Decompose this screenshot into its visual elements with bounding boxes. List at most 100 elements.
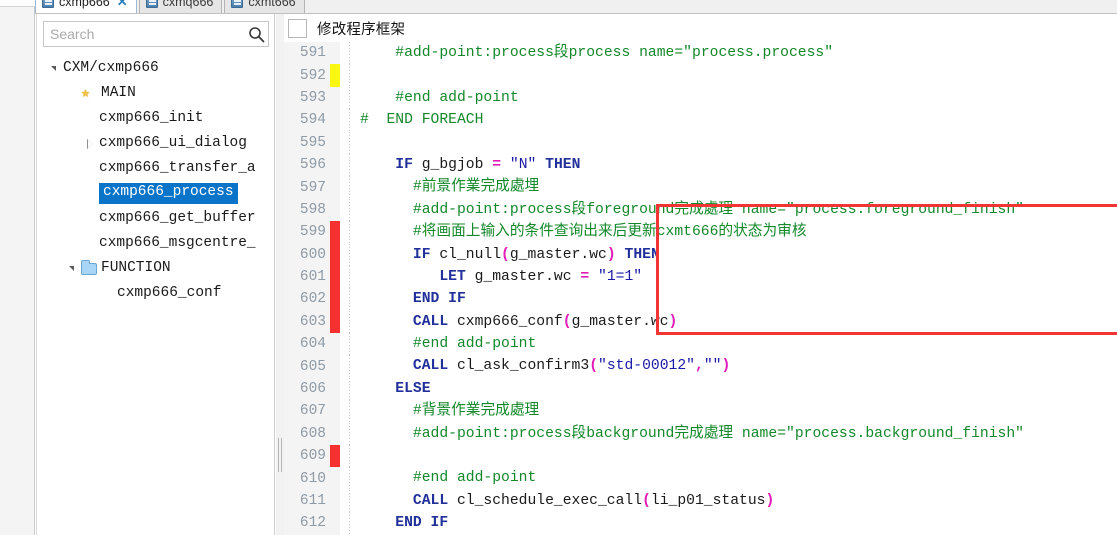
- project-explorer-panel: CXM/cxmp666 ★ MAIN cxmp666_init cxmp666_ui_d…: [36, 14, 275, 535]
- code-text[interactable]: #add-point:process段process name="process…: [360, 42, 1117, 64]
- indent-guide: [340, 333, 360, 356]
- code-line-602[interactable]: 602 END IF: [284, 288, 1117, 312]
- code-text[interactable]: CALL cl_ask_confirm3("std-00012",""): [360, 355, 1117, 377]
- change-marker-none: [330, 42, 340, 64]
- line-number: 592: [299, 67, 326, 84]
- code-line-599[interactable]: 599 #将画面上输入的条件查询出来后更新cxmt666的状态为审核: [284, 221, 1117, 244]
- tree-item-main[interactable]: ★ MAIN: [37, 81, 275, 106]
- code-line-598[interactable]: 598 #add-point:process段foreground完成處理 na…: [284, 198, 1117, 222]
- code-text[interactable]: #end add-point: [360, 87, 1117, 109]
- code-text[interactable]: END IF: [360, 288, 1117, 310]
- code-line-606[interactable]: 606 ELSE: [284, 377, 1117, 401]
- file-tree[interactable]: CXM/cxmp666 ★ MAIN cxmp666_init cxmp666_ui_d…: [37, 56, 275, 306]
- panel-splitter[interactable]: [276, 14, 284, 535]
- code-line-607[interactable]: 607 #背景作業完成處理: [284, 400, 1117, 424]
- indent-guide: [340, 42, 360, 65]
- search-icon[interactable]: [244, 22, 268, 46]
- code-text[interactable]: # END FOREACH: [360, 109, 1117, 131]
- editor-tab-cxmt666[interactable]: cxmt666: [224, 0, 305, 13]
- change-marker-none: [330, 378, 340, 400]
- code-text[interactable]: CALL cxmp666_conf(g_master.wc): [360, 311, 1117, 333]
- chevron-right-icon[interactable]: [81, 138, 99, 149]
- code-text[interactable]: IF cl_null(g_master.wc) THEN: [360, 244, 1117, 266]
- change-marker-none: [330, 355, 340, 377]
- code-line-600[interactable]: 600 IF cl_null(g_master.wc) THEN: [284, 243, 1117, 267]
- code-text[interactable]: CALL cl_schedule_exec_call(li_p01_status…: [360, 490, 1117, 512]
- tree-item-cxmp666_init[interactable]: cxmp666_init: [37, 106, 275, 131]
- code-line-593[interactable]: 593 #end add-point: [284, 86, 1117, 110]
- tree-item-function[interactable]: FUNCTION: [37, 256, 275, 281]
- code-text[interactable]: #end add-point: [360, 333, 1117, 355]
- code-text[interactable]: #add-point:process段background完成處理 name="…: [360, 423, 1117, 445]
- code-line-597[interactable]: 597 #前景作業完成處埋: [284, 176, 1117, 200]
- code-line-612[interactable]: 612 END IF: [284, 512, 1117, 535]
- change-marker-none: [330, 132, 340, 154]
- code-text[interactable]: #add-point:process段foreground完成處理 name="…: [360, 199, 1117, 221]
- code-text[interactable]: IF g_bgjob = "N" THEN: [360, 154, 1117, 176]
- change-marker-none: [330, 467, 340, 489]
- tree-item-label: cxmp666_get_buffer: [99, 209, 256, 226]
- search-input[interactable]: [44, 26, 244, 42]
- tree-item-cxmp666_msgcentre_[interactable]: cxmp666_msgcentre_: [37, 231, 275, 256]
- search-box[interactable]: [43, 21, 269, 47]
- code-line-605[interactable]: 605 CALL cl_ask_confirm3("std-00012",""): [284, 355, 1117, 379]
- splitter-grip[interactable]: [278, 438, 282, 472]
- line-number: 598: [299, 201, 326, 218]
- editor-tab-cxmp666[interactable]: cxmp666 ✕: [35, 0, 137, 13]
- code-line-595[interactable]: 595: [284, 131, 1117, 155]
- line-number: 605: [299, 358, 326, 375]
- code-line-608[interactable]: 608 #add-point:process段background完成處理 na…: [284, 422, 1117, 446]
- tree-item-cxmp666_ui_dialog[interactable]: cxmp666_ui_dialog: [37, 131, 275, 156]
- close-icon[interactable]: ✕: [117, 0, 128, 8]
- code-text[interactable]: #前景作業完成處埋: [360, 176, 1117, 198]
- line-number: 610: [299, 470, 326, 487]
- change-marker-none: [330, 154, 340, 176]
- editor-tab-bar[interactable]: cxmp666 ✕ cxmq666 cxmt666: [35, 0, 1117, 14]
- indent-guide: [340, 512, 360, 535]
- editor-tab-cxmq666[interactable]: cxmq666: [138, 0, 223, 13]
- code-text[interactable]: #将画面上输入的条件查询出来后更新cxmt666的状态为审核: [360, 221, 1117, 243]
- code-line-603[interactable]: 603 CALL cxmp666_conf(g_master.wc): [284, 310, 1117, 334]
- code-text[interactable]: #背景作業完成處理: [360, 400, 1117, 422]
- code-line-601[interactable]: 601 LET g_master.wc = "1=1": [284, 265, 1117, 289]
- tab-label: cxmq666: [162, 0, 214, 9]
- tree-item-label: cxmp666_conf: [117, 284, 222, 301]
- code-line-604[interactable]: 604 #end add-point: [284, 333, 1117, 356]
- change-marker-red: [330, 221, 340, 244]
- line-number: 612: [299, 515, 326, 532]
- indent-guide: [340, 377, 360, 401]
- code-line-611[interactable]: 611 CALL cl_schedule_exec_call(li_p01_st…: [284, 489, 1117, 513]
- code-line-609[interactable]: 609: [284, 445, 1117, 468]
- chevron-down-icon[interactable]: [45, 66, 63, 71]
- file-icon: [145, 0, 158, 8]
- code-line-591[interactable]: 591 #add-point:process段process name="pro…: [284, 42, 1117, 65]
- indent-guide: [340, 243, 360, 267]
- code-text[interactable]: LET g_master.wc = "1=1": [360, 266, 1117, 288]
- code-line-610[interactable]: 610 #end add-point: [284, 467, 1117, 491]
- change-marker-none: [330, 512, 340, 534]
- indent-guide: [340, 355, 360, 379]
- code-line-594[interactable]: 594 # END FOREACH: [284, 109, 1117, 132]
- code-line-596[interactable]: 596 IF g_bgjob = "N" THEN: [284, 153, 1117, 177]
- modify-framework-checkbox[interactable]: [288, 18, 307, 38]
- star-icon: ★: [81, 85, 91, 102]
- tree-item-cxmp666_conf[interactable]: cxmp666_conf: [37, 281, 275, 306]
- tree-item-label: cxmp666_ui_dialog: [99, 134, 247, 151]
- tree-item-label: MAIN: [101, 84, 136, 101]
- tree-item-cxm-cxmp666[interactable]: CXM/cxmp666: [37, 56, 275, 81]
- code-line-592[interactable]: 592: [284, 64, 1117, 88]
- code-text[interactable]: END IF: [360, 512, 1117, 534]
- code-lines[interactable]: 591 #add-point:process段process name="pro…: [284, 42, 1117, 535]
- indent-guide: [340, 64, 360, 88]
- tree-item-cxmp666_transfer_a[interactable]: cxmp666_transfer_a: [37, 156, 275, 181]
- tree-item-cxmp666_get_buffer[interactable]: cxmp666_get_buffer: [37, 206, 275, 231]
- change-marker-red: [330, 243, 340, 266]
- tree-item-label: cxmp666_transfer_a: [99, 159, 256, 176]
- tree-item-cxmp666_process[interactable]: cxmp666_process: [37, 181, 275, 206]
- file-icon: [231, 0, 244, 8]
- chevron-down-icon[interactable]: [63, 266, 81, 271]
- code-text[interactable]: #end add-point: [360, 467, 1117, 489]
- indent-guide: [340, 489, 360, 513]
- code-text[interactable]: ELSE: [360, 378, 1117, 400]
- code-area[interactable]: 591 #add-point:process段process name="pro…: [284, 42, 1117, 535]
